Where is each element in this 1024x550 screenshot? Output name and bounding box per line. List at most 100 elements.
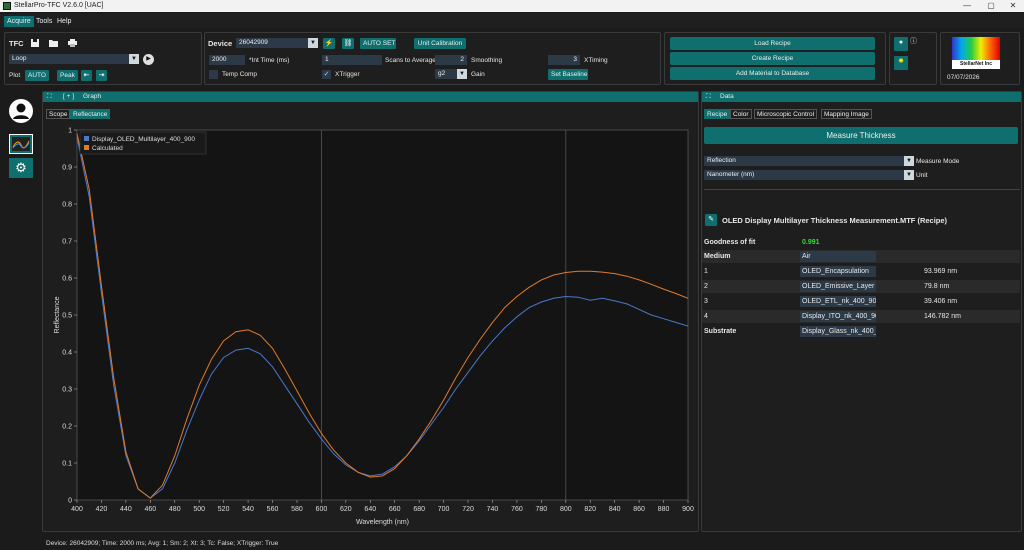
layer-material[interactable]: OLED_Emissive_Layer [800,281,876,292]
location-button[interactable]: ● [894,37,908,51]
play-button[interactable]: ▶ [143,54,154,65]
logo-text: StellarNet Inc [952,60,1000,69]
substrate-value[interactable]: Display_Glass_nk_400_900 [800,326,876,337]
load-recipe-button[interactable]: Load Recipe [670,37,875,50]
temp-comp-checkbox[interactable] [209,70,218,79]
edit-recipe-button[interactable]: ✎ [705,214,717,226]
unit-dropdown[interactable]: Nanometer (nm) ▼ [704,170,914,180]
device-panel: Device 26042909 ▼ ⚡ ⛓ AUTO SET Unit Cali… [204,32,661,85]
tab-scope[interactable]: Scope [46,109,71,119]
device-dropdown[interactable]: 26042909 ▼ [236,38,318,48]
gain-value: g2 [438,70,446,77]
peak-button[interactable]: Peak [57,70,78,81]
x-tick-label: 680 [413,506,425,513]
lightbulb-icon: ✹ [898,58,904,65]
minimize-button[interactable]: — [958,1,976,11]
chevron-down-icon: ▼ [129,54,139,64]
print-button[interactable] [66,38,78,49]
create-recipe-button[interactable]: Create Recipe [670,52,875,65]
info-icon[interactable]: ⓘ [910,36,917,46]
measure-thickness-button[interactable]: Measure Thickness [704,127,1018,144]
play-icon: ▶ [146,56,151,62]
menu-tools[interactable]: Tools [33,16,55,27]
gain-dropdown[interactable]: g2 ▼ [435,69,467,79]
unit-calibration-button[interactable]: Unit Calibration [414,38,466,49]
graph-header-bracket[interactable]: [ + ] [63,92,74,102]
tab-microscopic-control[interactable]: Microscopic Control [754,109,818,119]
measure-mode-value: Reflection [707,157,736,164]
device-label: Device [208,39,233,48]
mode-value: Loop [12,55,27,62]
chevron-down-icon: ▼ [904,156,914,166]
expand-icon[interactable]: ⛶ [706,92,711,102]
layer-index: 2 [704,283,708,290]
set-baseline-button[interactable]: Set Baseline [548,69,588,80]
date-label: 07/07/2026 [947,74,980,81]
tab-recipe[interactable]: Recipe [704,109,731,119]
y-tick-label: 0 [68,498,72,505]
settings-button[interactable]: ⚙ [9,158,33,178]
open-button[interactable] [47,38,59,49]
link-button[interactable]: ⛓ [342,38,354,49]
spectrum-icon [12,137,30,151]
x-tick-label: 480 [169,506,181,513]
layer-thickness: 93.969 nm [924,268,958,275]
medium-label: Medium [704,253,731,260]
x-tick-label: 880 [658,506,670,513]
tab-mapping-image[interactable]: Mapping Image [821,109,872,119]
check-icon: ✓ [323,71,330,78]
data-header: ⛶ Data [702,92,1021,102]
layer-material[interactable]: Display_ITO_nk_400_900 [800,311,876,322]
menu-acquire[interactable]: Acquire [4,16,34,27]
x-tick-label: 700 [438,506,450,513]
gof-row: Goodness of fit 0.991 [702,236,1020,249]
medium-row: Medium Air [702,250,1020,263]
close-button[interactable]: ✕ [1004,1,1022,11]
recipe-title: OLED Display Multilayer Thickness Measur… [722,216,948,225]
user-avatar[interactable] [9,99,33,123]
plot-label: Plot [9,72,21,79]
x-tick-label: 640 [364,506,376,513]
xtiming-field[interactable]: 3 [548,55,580,65]
recipe-buttons-panel: Load Recipe Create Recipe Add Material t… [664,32,886,85]
scans-field[interactable]: 1 [322,55,382,65]
bulb-button[interactable]: ✹ [894,56,908,70]
x-tick-label: 520 [218,506,230,513]
tab-reflectance[interactable]: Reflectance [70,109,111,119]
layer-material[interactable]: OLED_ETL_nk_400_900 [800,296,876,307]
auto-set-button[interactable]: AUTO SET [360,38,396,49]
arrow-right-icon: ⇥ [98,72,105,79]
smoothing-field[interactable]: 2 [435,55,467,65]
add-material-button[interactable]: Add Material to Database [670,67,875,80]
maximize-button[interactable]: ▢ [982,1,1000,11]
unit-value: Nanometer (nm) [707,171,755,178]
substrate-label: Substrate [704,328,737,335]
x-tick-label: 420 [96,506,108,513]
xtrigger-checkbox[interactable]: ✓ [322,70,331,79]
measure-mode-dropdown[interactable]: Reflection ▼ [704,156,914,166]
pin-icon: ● [898,39,904,46]
status-bar: Device: 26042909; Time: 2000 ms; Avg: 1;… [0,538,1024,550]
gain-label: Gain [471,71,485,78]
plot-auto-button[interactable]: AUTO [25,70,49,81]
graph-view-button[interactable] [9,134,33,154]
layer-material[interactable]: OLED_Encapsulation [800,266,876,277]
xtiming-label: XTiming [584,57,608,64]
medium-value[interactable]: Air [800,251,876,262]
x-tick-label: 800 [560,506,572,513]
prev-peak-button[interactable]: ⇤ [81,70,92,81]
x-tick-label: 820 [584,506,596,513]
int-time-field[interactable]: 2000 [209,55,245,65]
layer-row: 3 OLED_ETL_nk_400_900 39.406 nm [702,295,1020,308]
save-button[interactable] [29,38,41,49]
expand-icon[interactable]: ⛶ [47,92,52,102]
graph-header: ⛶ [ + ] Graph [43,92,698,102]
menu-help[interactable]: Help [54,16,74,27]
printer-icon [67,39,77,47]
next-peak-button[interactable]: ⇥ [96,70,107,81]
mode-dropdown[interactable]: Loop ▼ [9,54,139,64]
connect-button[interactable]: ⚡ [323,38,335,49]
tab-color[interactable]: Color [730,109,752,119]
x-tick-label: 740 [487,506,499,513]
status-text: Device: 26042909; Time: 2000 ms; Avg: 1;… [46,540,279,547]
